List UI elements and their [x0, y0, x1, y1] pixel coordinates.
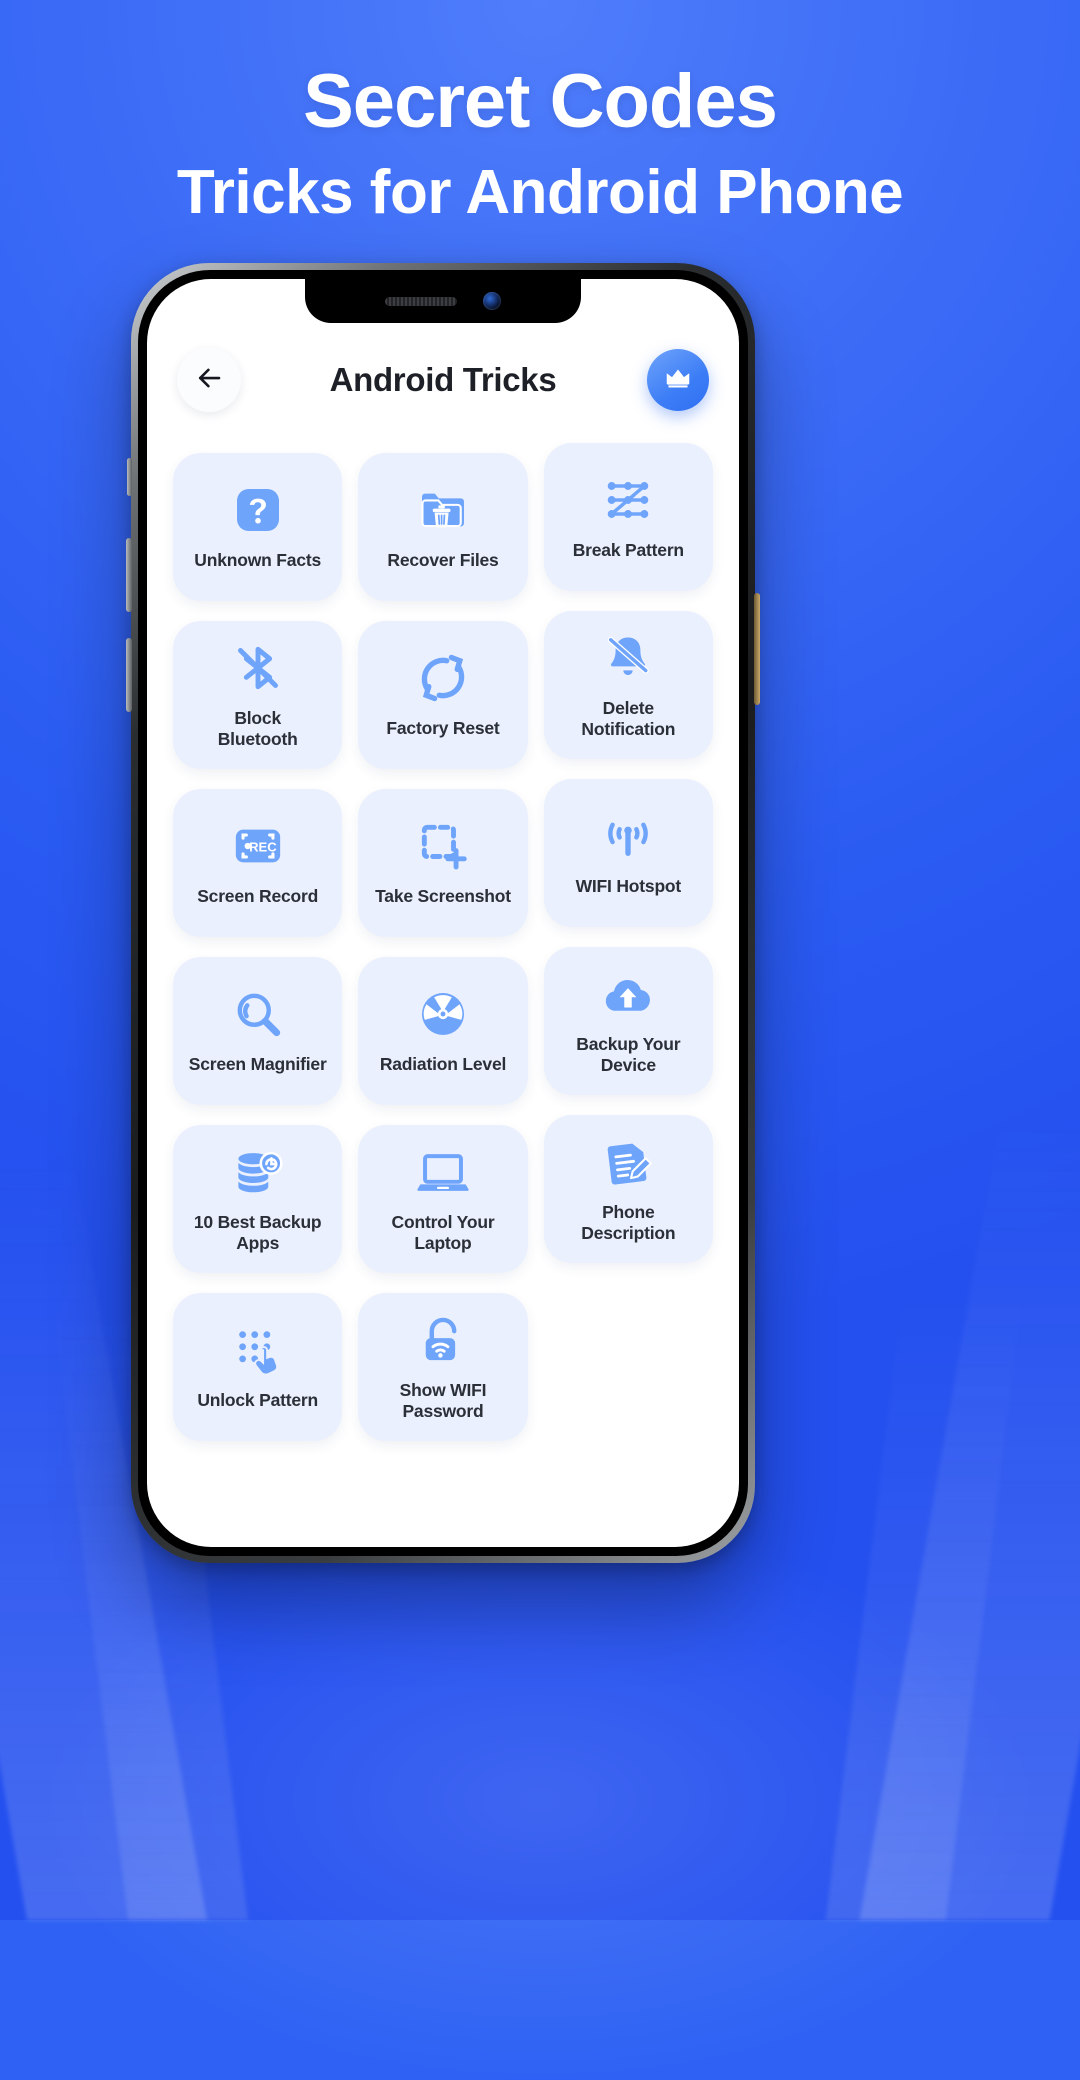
tile-label: Unknown Facts	[194, 550, 321, 571]
promo-title-secondary: Tricks for Android Phone	[0, 156, 1080, 230]
tile-unknown-facts[interactable]: Unknown Facts	[173, 453, 342, 601]
tile-label: Screen Record	[197, 886, 318, 907]
tile-control-your-laptop[interactable]: Control Your Laptop	[358, 1125, 527, 1273]
tile-label: Screen Magnifier	[189, 1054, 327, 1075]
tile-screen-record[interactable]: REC Screen Record	[173, 789, 342, 937]
refresh-cycle-icon	[415, 650, 471, 706]
crown-icon	[663, 363, 693, 398]
database-restore-icon	[230, 1144, 286, 1200]
tile-backup-your-device[interactable]: Backup Your Device	[544, 947, 713, 1095]
cloud-upload-icon	[600, 966, 656, 1022]
tile-unlock-pattern[interactable]: Unlock Pattern	[173, 1293, 342, 1441]
tile-radiation-level[interactable]: Radiation Level	[358, 957, 527, 1105]
tile-recover-files[interactable]: Recover Files	[358, 453, 527, 601]
tile-label: Block Bluetooth	[218, 708, 298, 751]
phone-power-button	[754, 593, 760, 705]
tile-label: Unlock Pattern	[197, 1390, 318, 1411]
tricks-grid: Unknown Facts	[147, 419, 739, 1441]
arrow-left-icon	[194, 363, 224, 398]
laptop-icon	[415, 1144, 471, 1200]
tile-phone-description[interactable]: Phone Description	[544, 1115, 713, 1263]
tile-10-best-backup-apps[interactable]: 10 Best Backup Apps	[173, 1125, 342, 1273]
tile-block-bluetooth[interactable]: Block Bluetooth	[173, 621, 342, 769]
dots-tap-icon	[230, 1322, 286, 1378]
bell-off-icon	[600, 630, 656, 686]
phone-volume-up-button	[126, 538, 132, 612]
document-edit-icon	[600, 1134, 656, 1190]
tile-label: 10 Best Backup Apps	[194, 1212, 322, 1255]
tile-label: Break Pattern	[573, 540, 684, 561]
tile-label: Phone Description	[581, 1202, 675, 1245]
phone-mockup: Android Tricks	[131, 263, 755, 1563]
tile-label: Factory Reset	[386, 718, 499, 739]
tile-label: Delete Notification	[581, 698, 675, 741]
premium-button[interactable]	[647, 349, 709, 411]
pattern-lock-icon	[600, 472, 656, 528]
question-mark-icon	[230, 482, 286, 538]
tile-label: Show WIFI Password	[400, 1380, 487, 1423]
tile-take-screenshot[interactable]: Take Screenshot	[358, 789, 527, 937]
bluetooth-off-icon	[230, 640, 286, 696]
tile-label: Backup Your Device	[576, 1034, 680, 1077]
hotspot-broadcast-icon	[600, 808, 656, 864]
app-content: Android Tricks	[147, 279, 739, 1547]
phone-notch	[305, 279, 581, 323]
folder-trash-icon	[415, 482, 471, 538]
back-button[interactable]	[177, 348, 241, 412]
tile-label: Radiation Level	[380, 1054, 506, 1075]
tile-break-pattern[interactable]: Break Pattern	[544, 443, 713, 591]
phone-bezel: Android Tricks	[138, 270, 748, 1556]
tile-label: Take Screenshot	[375, 886, 511, 907]
tile-factory-reset[interactable]: Factory Reset	[358, 621, 527, 769]
tile-screen-magnifier[interactable]: Screen Magnifier	[173, 957, 342, 1105]
phone-mute-switch	[127, 458, 132, 496]
front-camera-icon	[483, 292, 501, 310]
rec-frame-icon: REC	[230, 818, 286, 874]
tile-wifi-hotspot[interactable]: WIFI Hotspot	[544, 779, 713, 927]
tile-show-wifi-password[interactable]: Show WIFI Password	[358, 1293, 527, 1441]
speaker-grille-icon	[385, 297, 457, 306]
wifi-lock-icon	[415, 1312, 471, 1368]
app-bar: Android Tricks	[147, 331, 739, 419]
tile-label: Control Your Laptop	[392, 1212, 495, 1255]
phone-volume-down-button	[126, 638, 132, 712]
radiation-icon	[415, 986, 471, 1042]
background-glow	[40, 1520, 1040, 2080]
magnifier-icon	[230, 986, 286, 1042]
tile-delete-notification[interactable]: Delete Notification	[544, 611, 713, 759]
svg-text:REC: REC	[249, 840, 277, 855]
promo-heading-block: Secret Codes Tricks for Android Phone	[0, 62, 1080, 230]
tile-label: WIFI Hotspot	[576, 876, 682, 897]
phone-screen: Android Tricks	[147, 279, 739, 1547]
tile-label: Recover Files	[387, 550, 498, 571]
promo-title-primary: Secret Codes	[0, 62, 1080, 142]
screenshot-crop-icon	[415, 818, 471, 874]
